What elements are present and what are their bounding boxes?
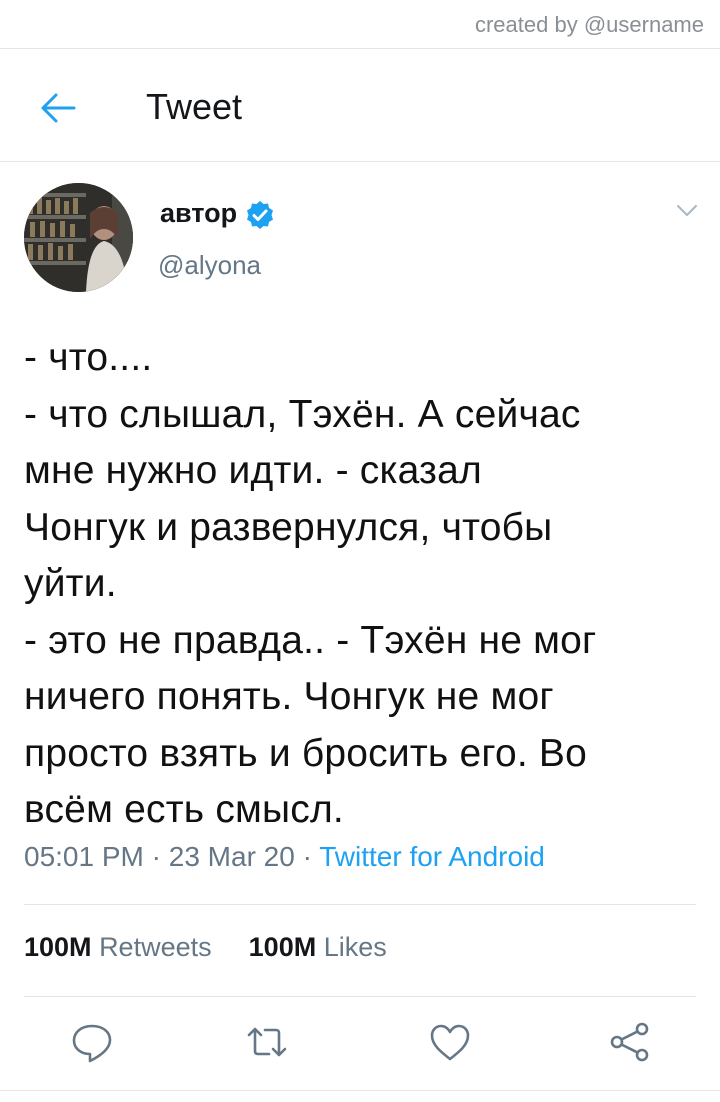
tweet-line: - что.... (24, 336, 153, 379)
retweet-button[interactable] (245, 1020, 289, 1064)
share-button[interactable] (608, 1020, 652, 1064)
likes-stat[interactable]: 100M Likes (249, 932, 387, 962)
tweet-timestamp: 05:01 PM · 23 Mar 20 · Twitter for Andro… (24, 841, 545, 873)
chevron-down-icon[interactable] (676, 204, 698, 218)
tweet-date: 23 Mar 20 (168, 841, 295, 872)
tweet-line: всём есть смысл. (24, 788, 344, 831)
separator: · (151, 841, 161, 872)
reply-icon (72, 1024, 112, 1063)
tweet-line: Чонгук и развернулся, чтобы (24, 505, 553, 549)
divider (0, 161, 720, 162)
divider (24, 904, 696, 905)
tweet-line: просто взять и бросить его. Во (24, 731, 588, 775)
verified-badge-icon (247, 201, 273, 229)
back-button[interactable] (38, 90, 78, 126)
page-title: Tweet (146, 86, 243, 127)
like-icon (430, 1024, 470, 1061)
separator: · (302, 841, 312, 872)
engagement-stats: 100M Retweets 100M Likes (24, 932, 387, 963)
author-name[interactable]: автор (160, 198, 237, 229)
tweet-line: - что слышал, Тэхён. А сейчас (24, 392, 581, 436)
share-icon (610, 1022, 649, 1062)
tweet-source-link[interactable]: Twitter for Android (319, 841, 545, 872)
arrow-left-icon (41, 93, 76, 123)
author-handle[interactable]: @alyona (158, 250, 261, 281)
retweets-label: Retweets (99, 932, 212, 962)
avatar[interactable] (24, 183, 133, 292)
tweet-text: - что.... - что слышал, Тэхён. А сейчас … (24, 330, 696, 839)
tweet-time: 05:01 PM (24, 841, 144, 872)
divider (24, 996, 696, 997)
tweet-line: уйти. (24, 562, 117, 605)
divider (0, 48, 720, 49)
tweet-line: ничего понять. Чонгук не мог (24, 675, 554, 718)
divider (0, 1090, 720, 1091)
likes-label: Likes (323, 932, 387, 962)
retweets-stat[interactable]: 100M Retweets (24, 932, 212, 962)
likes-count: 100M (248, 932, 317, 962)
reply-button[interactable] (70, 1020, 114, 1064)
tweet-line: мне нужно идти. - сказал (24, 449, 482, 492)
profile-photo (24, 183, 133, 292)
watermark: created by @username (474, 12, 704, 37)
retweet-icon (247, 1027, 287, 1057)
tweet-line: - это не правда.. - Тэхён не мог (24, 618, 597, 662)
retweets-count: 100M (24, 932, 92, 962)
like-button[interactable] (428, 1020, 472, 1064)
